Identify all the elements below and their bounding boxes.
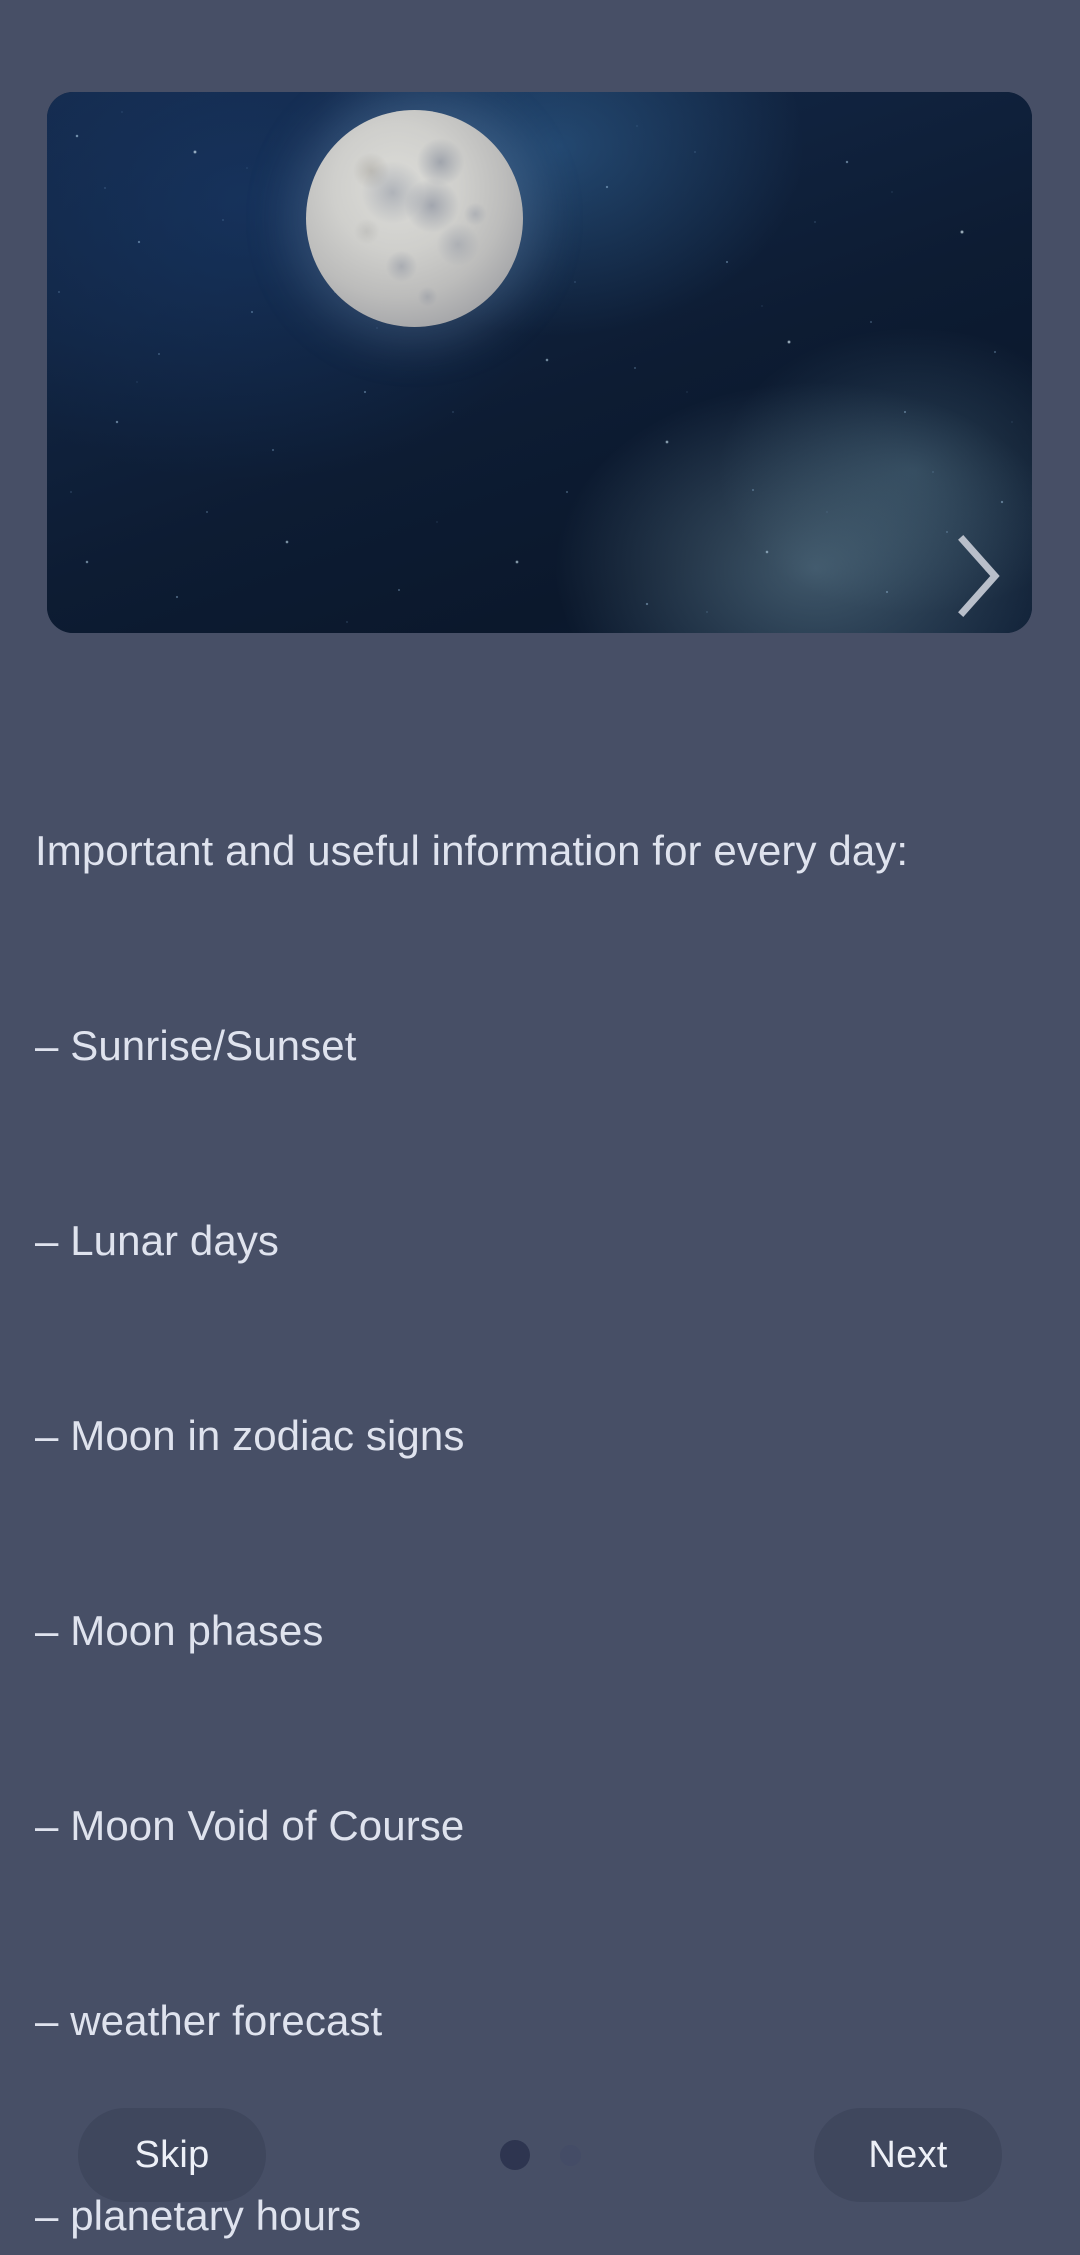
hero-image-card[interactable] (47, 92, 1032, 633)
skip-button[interactable]: Skip (78, 2108, 266, 2202)
pagination-dot-1[interactable] (499, 2140, 530, 2170)
feature-item: – Moon phases (35, 1607, 324, 1654)
moon-image (306, 110, 523, 327)
onboarding-screen: Important and useful information for eve… (0, 0, 1080, 2255)
onboarding-description: Important and useful information for eve… (35, 688, 1035, 2255)
chevron-right-icon (958, 535, 1000, 617)
pagination-dots (499, 2140, 581, 2170)
feature-item: – Moon Void of Course (35, 1802, 465, 1849)
next-button[interactable]: Next (814, 2108, 1002, 2202)
description-intro: Important and useful information for eve… (35, 827, 909, 874)
onboarding-footer: Skip Next (0, 2055, 1080, 2255)
stars-layer-faint (47, 92, 1032, 633)
feature-item: – Lunar days (35, 1217, 280, 1264)
feature-item: – Moon in zodiac signs (35, 1412, 465, 1459)
pagination-dot-2[interactable] (559, 2144, 581, 2166)
hero-next-arrow-button[interactable] (950, 528, 1010, 624)
feature-item: – Sunrise/Sunset (35, 1022, 357, 1069)
feature-item: – weather forecast (35, 1997, 383, 2044)
